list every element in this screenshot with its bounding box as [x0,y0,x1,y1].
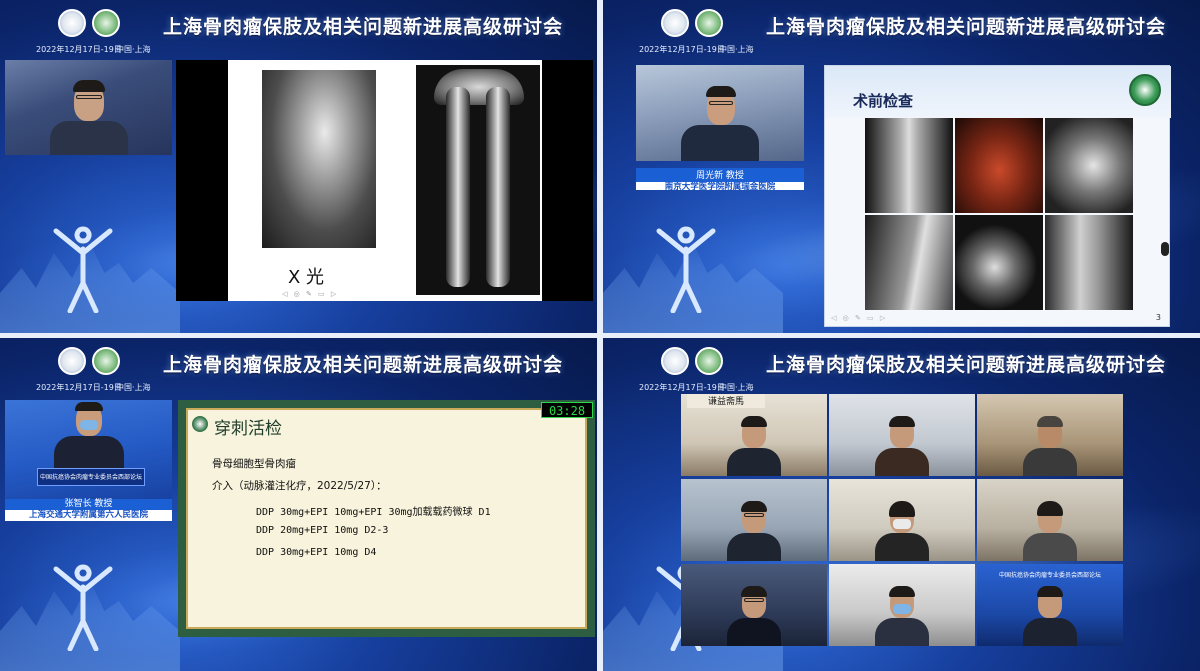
speaker-affiliation: 南京大学医学院附属瑞金医院 [664,182,776,192]
conference-title: 上海骨肉瘤保肢及相关问题新进展高级研讨会 [163,16,564,38]
panel-top-left[interactable]: 上海骨肉瘤保肢及相关问题新进展高级研讨会 2022年12月17日-19日 中国·… [0,0,597,333]
conference-title: 上海骨肉瘤保肢及相关问题新进展高级研讨会 [766,354,1167,376]
association-logo-icon [695,9,723,37]
countdown-timer: 03:28 [541,402,593,418]
participant-tile[interactable] [977,479,1123,561]
association-logo-icon [92,347,120,375]
panel-top-right[interactable]: 上海骨肉瘤保肢及相关问题新进展高级研讨会 2022年12月17日-19日 中国·… [603,0,1200,333]
full-leg-xray-image [416,65,540,295]
society-logo-icon [661,347,689,375]
participant-tile[interactable] [829,394,975,476]
association-logo-icon [92,9,120,37]
speaker-name: 周光新 教授 [636,171,804,182]
conference-date: 2022年12月17日-19日 [639,45,725,54]
speaker-camera[interactable] [636,65,804,161]
dosage-line-1: DDP 30mg+EPI 10mg+EPI 30mg加载载药微球 D1 [256,507,491,518]
slide-toolbar[interactable]: ◁ ◎ ✎ ▭ ▷ [831,314,887,322]
mri-image [1045,118,1133,213]
conference-title: 上海骨肉瘤保肢及相关问题新进展高级研讨会 [766,16,1167,38]
participant-tile[interactable] [829,564,975,646]
xray-image [865,215,953,310]
conference-location: 中国·上海 [719,383,754,392]
page-number: 3 [1155,313,1161,322]
hip-xray-image [262,70,376,248]
shared-slide[interactable]: 术前检查 ◁ ◎ ✎ ▭ ▷ 3 [824,65,1171,327]
conference-logos [58,347,120,375]
society-logo-icon [661,9,689,37]
flower-emblem-icon [192,416,208,432]
participant-tile[interactable]: 中国抗癌协会肉瘤专业委员会西部论坛 [977,564,1123,646]
scan-image-grid [865,118,1133,310]
speaker-namebar: 张智长 教授 上海交通大学附属第六人民医院 [5,499,172,521]
participant-tile[interactable] [681,479,827,561]
panel-bottom-right[interactable]: 上海骨肉瘤保肢及相关问题新进展高级研讨会 2022年12月17日-19日 中国·… [603,338,1200,671]
conference-location: 中国·上海 [719,45,754,54]
slide-content: X 光 ◁ ◎ ✎ ▭ ▷ [228,60,542,301]
conference-date: 2022年12月17日-19日 [36,383,122,392]
participant-tile[interactable] [977,394,1123,476]
slide-toolbar[interactable]: ◁ ◎ ✎ ▭ ▷ [282,290,338,298]
participant-tile[interactable] [681,564,827,646]
treatment-heading: 介入（动脉灌注化疗，2022/5/27）： [212,480,387,492]
scroll-handle[interactable] [1161,242,1169,256]
panel-bottom-left[interactable]: 上海骨肉瘤保肢及相关问题新进展高级研讨会 2022年12月17日-19日 中国·… [0,338,597,671]
conference-logos [661,9,723,37]
dosage-line-3: DDP 30mg+EPI 10mg D4 [256,547,377,558]
diagnosis-text: 骨母细胞型骨肉瘤 [212,458,296,470]
speaker-camera[interactable]: 中国抗癌协会肉瘤专业委员会西部论坛 [5,400,172,510]
podium-banner: 中国抗癌协会肉瘤专业委员会西部论坛 [37,468,145,486]
slide-title: 术前检查 [853,92,914,110]
calligraphy-sign: 谦益斋馬 [687,394,765,408]
slide-label: X 光 [288,267,325,288]
participant-tile[interactable] [829,479,975,561]
conference-location: 中国·上海 [116,383,151,392]
conference-date: 2022年12月17日-19日 [36,45,122,54]
slide-title: 穿刺活检 [214,419,282,439]
raised-arms-figure-icon [48,223,118,314]
conference-logos [58,9,120,37]
conference-banner: 中国抗癌协会肉瘤专业委员会西部论坛 [998,572,1101,579]
mri-image [1045,215,1133,310]
speaker-name: 张智长 教授 [5,499,172,510]
raised-arms-figure-icon [48,561,118,652]
participant-grid: 谦益斋馬 中国抗癌协会肉瘤专业委员会西部论坛 [681,394,1124,669]
association-logo-icon [695,347,723,375]
xray-image [865,118,953,213]
dosage-line-2: DDP 20mg+EPI 10mg D2-3 [256,525,389,536]
participant-tile[interactable]: 谦益斋馬 [681,394,827,476]
speaker-affiliation: 上海交通大学附属第六人民医院 [28,510,148,520]
conference-logos [661,347,723,375]
ct-image [955,215,1043,310]
conference-location: 中国·上海 [116,45,151,54]
raised-arms-figure-icon [651,223,721,314]
conference-date: 2022年12月17日-19日 [639,383,725,392]
video-conference-grid: 上海骨肉瘤保肢及相关问题新进展高级研讨会 2022年12月17日-19日 中国·… [0,0,1200,671]
conference-title: 上海骨肉瘤保肢及相关问题新进展高级研讨会 [163,354,564,376]
hospital-emblem-icon [1129,74,1161,106]
speaker-camera[interactable] [5,60,172,155]
shared-slide[interactable]: X 光 ◁ ◎ ✎ ▭ ▷ [176,60,593,301]
society-logo-icon [58,9,86,37]
angiography-image [955,118,1043,213]
society-logo-icon [58,347,86,375]
shared-slide[interactable]: 穿刺活检 03:28 骨母细胞型骨肉瘤 介入（动脉灌注化疗，2022/5/27）… [178,400,595,637]
speaker-namebar: 周光新 教授 南京大学医学院附属瑞金医院 [636,168,804,192]
